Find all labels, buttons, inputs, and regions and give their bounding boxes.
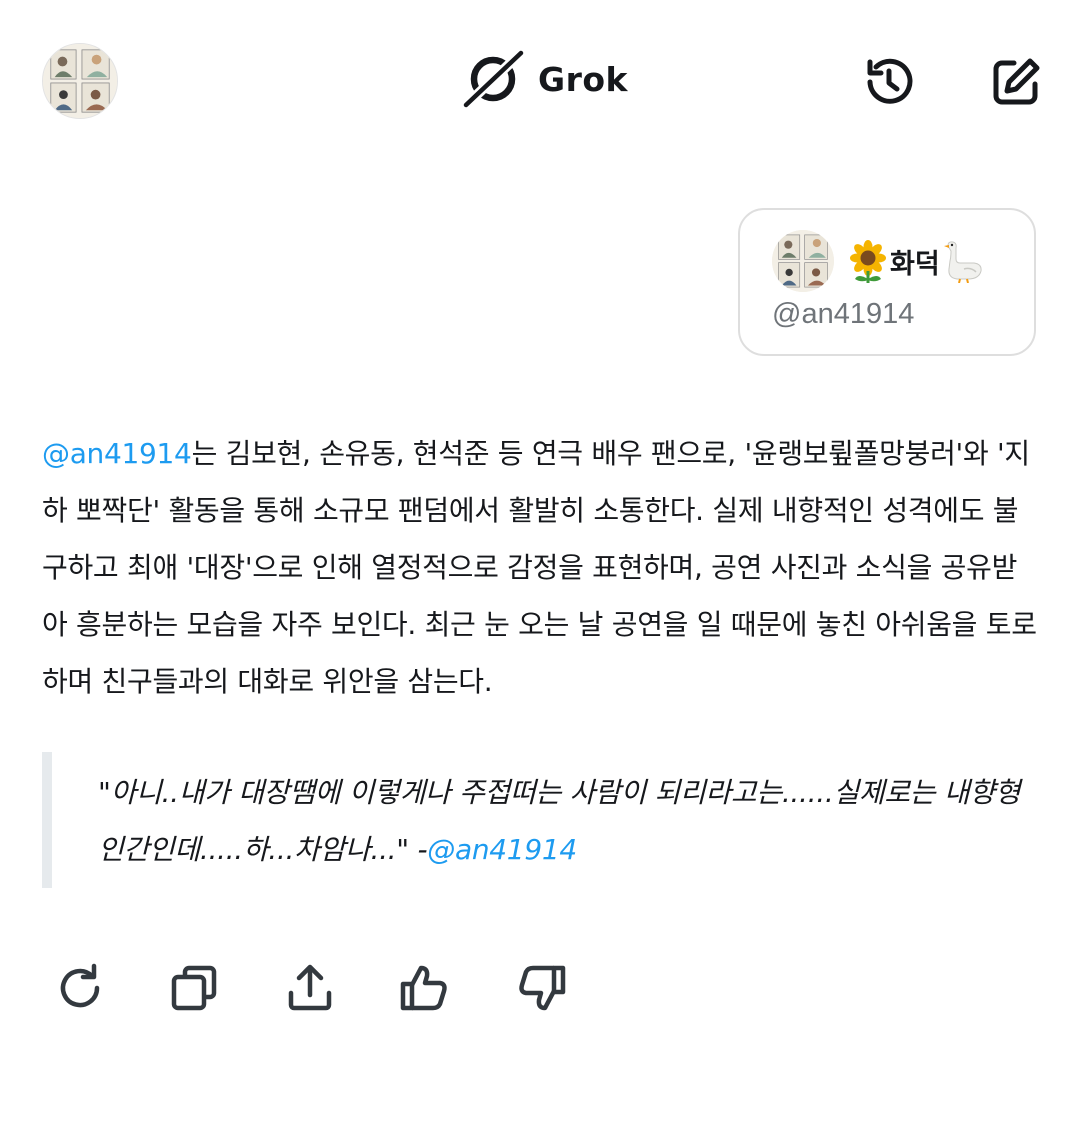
share-icon[interactable] — [284, 962, 336, 1014]
user-handle[interactable]: @an41914 — [772, 298, 914, 331]
goose-icon — [943, 241, 982, 283]
copy-icon[interactable] — [168, 962, 220, 1014]
app-title: Grok — [538, 59, 628, 99]
thumbs-up-icon[interactable] — [399, 962, 451, 1014]
response-text: @an41914는 김보현, 손유동, 현석준 등 연극 배우 팬으로, '윤랭… — [42, 425, 1042, 710]
blockquote: "아니..내가 대장땜에 이렇게나 주접떠는 사람이 되리라고는......실제… — [42, 752, 1038, 888]
avatar[interactable] — [42, 43, 118, 119]
sunflower-icon — [850, 240, 886, 283]
regenerate-icon[interactable] — [54, 962, 106, 1014]
response-actions — [0, 962, 1080, 1018]
response-body: 는 김보현, 손유동, 현석준 등 연극 배우 팬으로, '윤랭보륖폴망붕러'와… — [42, 437, 1037, 698]
thumbs-down-icon[interactable] — [515, 962, 567, 1014]
user-profile-card[interactable]: 화덕 @an41914 — [738, 208, 1036, 356]
app-brand: Grok — [462, 48, 628, 110]
user-name-text: 화덕 — [890, 248, 940, 280]
grok-logo-icon — [462, 48, 526, 110]
top-bar: Grok — [0, 40, 1080, 120]
history-icon[interactable] — [861, 54, 917, 110]
quote-mention-link[interactable]: @an41914 — [427, 833, 577, 866]
user-card-header: 화덕 — [772, 230, 984, 292]
user-avatar — [772, 230, 834, 292]
user-display-name: 화덕 — [846, 239, 984, 283]
mention-link[interactable]: @an41914 — [42, 437, 192, 470]
grok-chat-screen: Grok 화덕 @an41914 @an41914는 김보현, 손유동, 현석준… — [0, 0, 1080, 1123]
compose-icon[interactable] — [988, 54, 1044, 110]
